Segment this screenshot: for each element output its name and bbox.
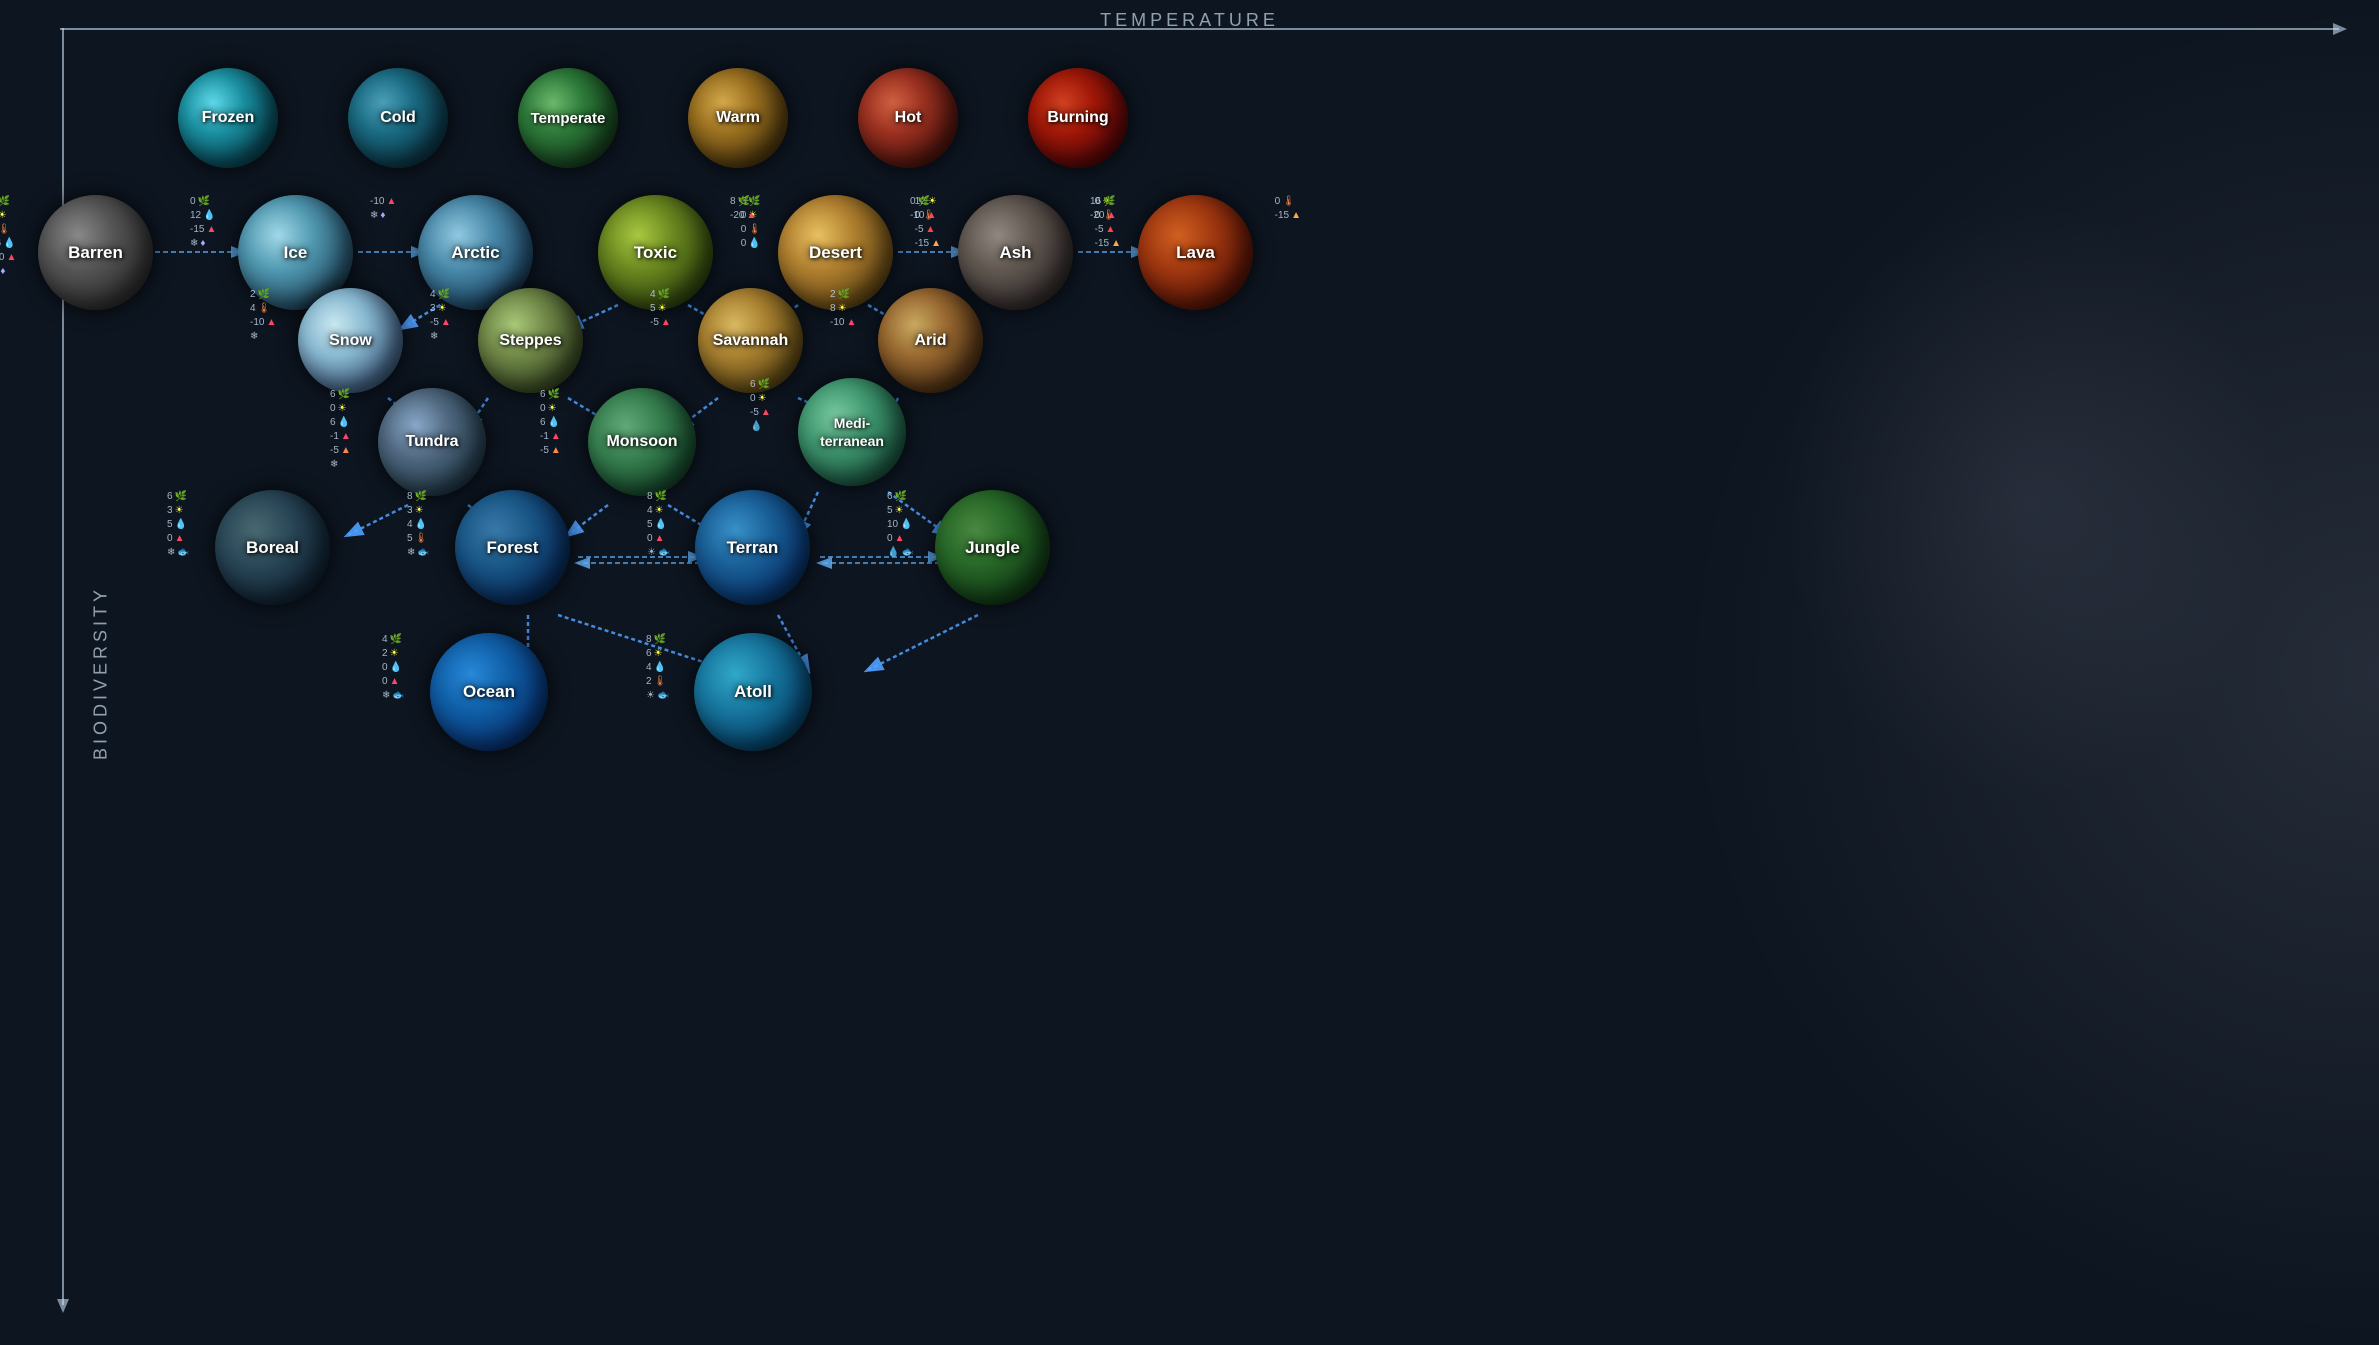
background-mist2 <box>1779 200 2279 800</box>
planet-desert-label: Desert <box>809 243 862 263</box>
planet-jungle[interactable]: Jungle 6🌿 5☀ 10💧 0▲ 💧🐟 <box>935 490 1050 605</box>
planet-terran-label: Terran <box>727 538 779 558</box>
ash-stats: 0🌿 -10▲ <box>910 195 936 223</box>
planet-frozen[interactable]: Frozen <box>178 68 278 168</box>
planet-forest[interactable]: Forest 8🌿 3☀ 4💧 5🌡 ❄🐟 <box>455 490 570 605</box>
snow-stats: 2🌿 4🌡 -10▲ ❄ <box>250 288 276 344</box>
steppes-stats: 4🌿 3☀ -5▲ ❄ <box>430 288 451 344</box>
planet-barren[interactable]: Barren 0🌿 0☀ 2🌡 16💧 -20▲ ❄♦ <box>38 195 153 310</box>
savannah-stats: 4🌿 5☀ -5▲ <box>650 288 671 330</box>
planet-cold[interactable]: Cold <box>348 68 448 168</box>
planet-terran[interactable]: Terran 8🌿 4☀ 5💧 0▲ ☀🐟 <box>695 490 810 605</box>
planet-steppes[interactable]: Steppes 4🌿 3☀ -5▲ ❄ <box>478 288 583 393</box>
planet-temperate[interactable]: Temperate <box>518 68 618 168</box>
planet-mediterranean[interactable]: Medi-terranean 6🌿 0☀ -5▲ 💧 <box>798 378 906 486</box>
planet-hot[interactable]: Hot <box>858 68 958 168</box>
planet-arid-label: Arid <box>915 332 947 350</box>
planet-warm-label: Warm <box>716 109 760 127</box>
planet-lava[interactable]: Lava 16🌿 -20▲ 0🌡 -15▲ <box>1138 195 1253 310</box>
planet-tundra-label: Tundra <box>405 433 458 451</box>
planet-hot-label: Hot <box>895 109 922 127</box>
desert-stats: 8🌿 -20▲ <box>730 195 756 223</box>
planet-ash-label: Ash <box>999 243 1031 263</box>
temperature-label: TEMPERATURE <box>1100 10 1279 31</box>
biodiversity-label: BIODIVERSITY <box>91 585 112 759</box>
planet-atoll[interactable]: Atoll 8🌿 6☀ 4💧 2🌡 ☀🐟 <box>694 633 812 751</box>
arctic-stats: -10▲ ❄♦ <box>370 195 396 223</box>
atoll-stats: 8🌿 6☀ 4💧 2🌡 ☀🐟 <box>646 633 669 703</box>
planet-jungle-label: Jungle <box>965 538 1020 558</box>
planet-snow-label: Snow <box>329 332 372 350</box>
planet-boreal-label: Boreal <box>246 538 299 558</box>
planet-frozen-label: Frozen <box>202 109 254 127</box>
planet-forest-label: Forest <box>487 538 539 558</box>
planet-lava-label: Lava <box>1176 243 1215 263</box>
planet-boreal[interactable]: Boreal 6🌿 3☀ 5💧 0▲ ❄🐟 <box>215 490 330 605</box>
planet-mediterranean-label: Medi-terranean <box>820 414 884 450</box>
planet-warm[interactable]: Warm <box>688 68 788 168</box>
planet-burning-label: Burning <box>1047 109 1108 127</box>
planet-ocean[interactable]: Ocean 4🌿 2☀ 0💧 0▲ ❄🐟 <box>430 633 548 751</box>
ocean-stats: 4🌿 2☀ 0💧 0▲ ❄🐟 <box>382 633 405 703</box>
planet-cold-label: Cold <box>380 109 416 127</box>
forest-stats: 8🌿 3☀ 4💧 5🌡 ❄🐟 <box>407 490 430 560</box>
planet-atoll-label: Atoll <box>734 682 772 702</box>
lava-stats: 16🌿 -20▲ <box>1090 195 1116 223</box>
terran-stats: 8🌿 4☀ 5💧 0▲ ☀🐟 <box>647 490 670 560</box>
lava-stats-right: 0🌡 -15▲ <box>1275 195 1301 223</box>
planet-snow[interactable]: Snow 2🌿 4🌡 -10▲ ❄ <box>298 288 403 393</box>
planet-burning[interactable]: Burning <box>1028 68 1128 168</box>
boreal-stats: 6🌿 3☀ 5💧 0▲ ❄🐟 <box>167 490 190 560</box>
planet-ice-label: Ice <box>284 243 308 263</box>
planet-barren-label: Barren <box>68 243 123 263</box>
planet-temperate-label: Temperate <box>531 110 606 127</box>
planet-savannah-label: Savannah <box>713 332 789 350</box>
monsoon-stats: 6🌿 0☀ 6💧 -1▲ -5▲ <box>540 388 561 458</box>
planet-steppes-label: Steppes <box>499 332 561 350</box>
barren-stats: 0🌿 0☀ 2🌡 16💧 -20▲ ❄♦ <box>0 195 16 279</box>
planet-monsoon-label: Monsoon <box>606 433 677 451</box>
planet-ocean-label: Ocean <box>463 682 515 702</box>
background-mist <box>1679 0 2379 1345</box>
ice-stats: 0🌿 12💧 -15▲ ❄♦ <box>190 195 216 251</box>
planet-monsoon[interactable]: Monsoon 6🌿 0☀ 6💧 -1▲ -5▲ <box>588 388 696 496</box>
planet-toxic-label: Toxic <box>634 243 677 263</box>
planet-arctic-label: Arctic <box>451 243 499 263</box>
mediterranean-stats: 6🌿 0☀ -5▲ 💧 <box>750 378 771 434</box>
planet-tundra[interactable]: Tundra 6🌿 0☀ 6💧 -1▲ -5▲ ❄ <box>378 388 486 496</box>
tundra-stats: 6🌿 0☀ 6💧 -1▲ -5▲ ❄ <box>330 388 351 472</box>
arid-stats: 2🌿 8☀ -10▲ <box>830 288 856 330</box>
jungle-stats: 6🌿 5☀ 10💧 0▲ 💧🐟 <box>887 490 914 560</box>
